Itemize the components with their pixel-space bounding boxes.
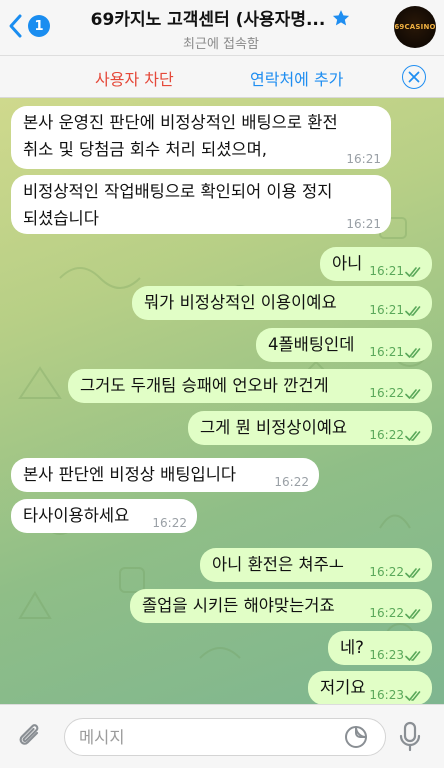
outgoing-message[interactable]: 아니 환전은 쳐주ㅗ 16:22 — [200, 548, 432, 582]
message-text-line: 비정상적인 작업배팅으로 확인되어 이용 정지 — [23, 182, 333, 201]
outgoing-message[interactable]: 뭐가 비정상적인 이용이예요 16:21 — [132, 286, 432, 320]
message-text: 본사 판단엔 비정상 배팅입니다 — [23, 465, 237, 484]
double-check-icon — [405, 306, 421, 316]
message-text-line: 되셨습니다 — [23, 209, 99, 228]
message-time: 16:23 — [369, 648, 404, 662]
message-time: 16:22 — [369, 428, 404, 442]
message-time: 16:21 — [369, 345, 404, 359]
sticker-icon[interactable] — [344, 725, 368, 749]
block-user-button[interactable]: 사용자 차단 — [95, 66, 174, 90]
message-text-line: 본사 운영진 판단에 비정상적인 배팅으로 환전 — [23, 113, 338, 132]
star-icon — [333, 9, 350, 25]
outgoing-message[interactable]: 그거도 두개팀 승패에 언오바 깐건게 16:22 — [68, 369, 432, 403]
message-time: 16:21 — [369, 264, 404, 278]
message-time: 16:22 — [274, 475, 309, 489]
avatar-logo-text: 69CASINO — [394, 23, 436, 31]
message-time: 16:21 — [369, 303, 404, 317]
double-check-icon — [405, 431, 421, 441]
unread-count-badge: 1 — [28, 15, 50, 37]
incoming-message[interactable]: 본사 운영진 판단에 비정상적인 배팅으로 환전 취소 및 당첨금 회수 처리 … — [11, 106, 391, 169]
double-check-icon — [405, 389, 421, 399]
incoming-message[interactable]: 본사 판단엔 비정상 배팅입니다 16:22 — [11, 458, 319, 492]
message-time: 16:22 — [152, 516, 187, 530]
back-button[interactable]: 1 — [6, 10, 50, 42]
message-time: 16:22 — [369, 386, 404, 400]
avatar[interactable]: 69CASINO — [394, 6, 436, 48]
double-check-icon — [405, 348, 421, 358]
message-text-line: 취소 및 당첨금 회수 처리 되셨으며, — [23, 140, 267, 159]
outgoing-message[interactable]: 저기요 16:23 — [308, 671, 432, 705]
chevron-left-icon — [9, 14, 22, 38]
chat-title: 69카지노 고객센터 (사용자명... — [90, 10, 326, 30]
outgoing-message[interactable]: 졸업을 시키든 해야맞는거죠 16:22 — [130, 589, 432, 623]
outgoing-message[interactable]: 네? 16:23 — [328, 631, 432, 665]
incoming-message[interactable]: 비정상적인 작업배팅으로 확인되어 이용 정지 되셨습니다 16:21 — [11, 175, 391, 234]
message-time: 16:22 — [369, 565, 404, 579]
double-check-icon — [405, 609, 421, 619]
outgoing-message[interactable]: 아니 16:21 — [320, 247, 432, 281]
double-check-icon — [405, 691, 421, 701]
message-time: 16:21 — [346, 217, 381, 231]
double-check-icon — [405, 568, 421, 578]
message-input[interactable] — [64, 718, 386, 756]
message-time: 16:21 — [346, 152, 381, 166]
chat-title-area[interactable]: 69카지노 고객센터 (사용자명... 최근에 접속함 — [60, 5, 382, 52]
double-check-icon — [405, 267, 421, 277]
close-action-bar-button[interactable] — [402, 65, 426, 89]
contact-action-bar: 사용자 차단 연락처에 추가 — [0, 56, 444, 98]
add-contact-button[interactable]: 연락처에 추가 — [250, 66, 343, 90]
double-check-icon — [405, 651, 421, 661]
incoming-message[interactable]: 타사이용하세요 16:22 — [11, 499, 197, 533]
message-time: 16:23 — [369, 688, 404, 702]
paperclip-icon[interactable] — [16, 721, 44, 751]
chat-header: 1 69카지노 고객센터 (사용자명... 최근에 접속함 69CASINO — [0, 0, 444, 56]
outgoing-message[interactable]: 4폴배팅인데 16:21 — [256, 328, 432, 362]
last-seen-status: 최근에 접속함 — [183, 37, 259, 52]
message-time: 16:22 — [369, 606, 404, 620]
message-input-bar — [0, 704, 444, 768]
close-icon — [408, 71, 420, 83]
outgoing-message[interactable]: 그게 뭔 비정상이예요 16:22 — [188, 411, 432, 445]
microphone-icon[interactable] — [398, 721, 422, 753]
